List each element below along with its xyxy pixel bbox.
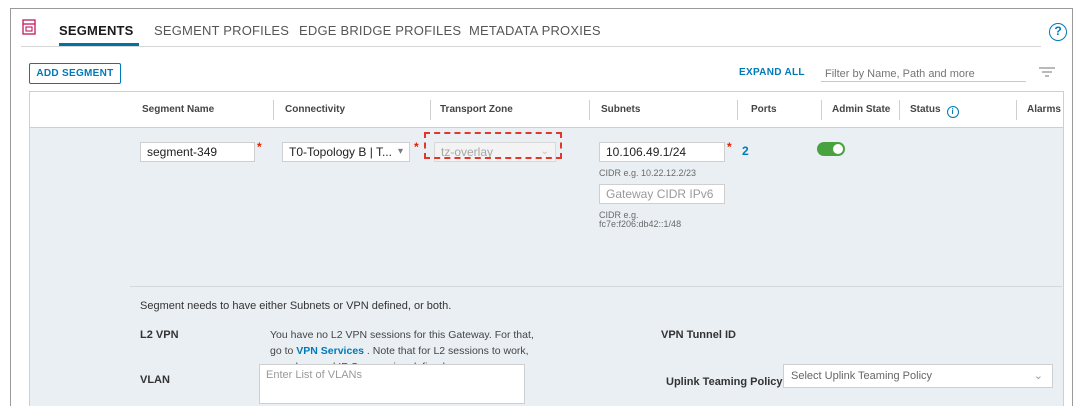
col-segment-name[interactable]: Segment Name — [142, 104, 214, 115]
tab-edge-bridge-profiles[interactable]: EDGE BRIDGE PROFILES — [299, 23, 461, 38]
connectivity-select[interactable]: T0-Topology B | T... ▾ — [282, 142, 410, 162]
l2vpn-line2-suffix: . Note that for L2 sessions to work, — [364, 345, 529, 357]
uplink-teaming-value: Select Uplink Teaming Policy — [791, 370, 933, 382]
vlan-label: VLAN — [140, 374, 170, 386]
tab-segments[interactable]: SEGMENTS — [59, 23, 134, 38]
connectivity-value: T0-Topology B | T... — [289, 145, 392, 159]
col-status-label: Status — [910, 104, 941, 115]
toggle-knob — [833, 144, 843, 154]
segments-panel: SEGMENTS SEGMENT PROFILES EDGE BRIDGE PR… — [10, 8, 1073, 406]
tab-segment-profiles[interactable]: SEGMENT PROFILES — [154, 23, 289, 38]
col-ports[interactable]: Ports — [751, 104, 777, 115]
required-marker: * — [257, 140, 262, 154]
vpn-tunnel-id-label: VPN Tunnel ID — [661, 329, 736, 341]
subnet-vpn-notice: Segment needs to have either Subnets or … — [140, 300, 452, 312]
expand-all-link[interactable]: EXPAND ALL — [739, 67, 805, 78]
chevron-down-icon: ▾ — [397, 146, 403, 157]
col-admin-state[interactable]: Admin State — [832, 104, 890, 115]
info-icon[interactable]: i — [946, 106, 959, 118]
gateway-ipv6-input[interactable]: Gateway CIDR IPv6 — [599, 184, 725, 204]
ports-count-link[interactable]: 2 — [742, 144, 749, 158]
l2vpn-label: L2 VPN — [140, 329, 179, 341]
segment-name-input[interactable]: segment-349 — [140, 142, 255, 162]
highlight-box — [424, 132, 562, 159]
uplink-teaming-select[interactable]: Select Uplink Teaming Policy ⌄ — [783, 364, 1053, 388]
vpn-services-link[interactable]: VPN Services — [296, 345, 364, 357]
add-segment-button[interactable]: ADD SEGMENT — [29, 63, 121, 84]
tab-bar: SEGMENTS SEGMENT PROFILES EDGE BRIDGE PR… — [11, 9, 1072, 49]
l2vpn-line1: You have no L2 VPN sessions for this Gat… — [270, 329, 534, 341]
filter-icon[interactable] — [1039, 67, 1055, 77]
chevron-down-icon: ⌄ — [1033, 370, 1043, 382]
tab-metadata-proxies[interactable]: METADATA PROXIES — [469, 23, 601, 38]
l2vpn-line2: go to VPN Services . Note that for L2 se… — [270, 343, 534, 359]
segment-icon — [22, 19, 36, 35]
col-alarms[interactable]: Alarms — [1027, 104, 1061, 115]
required-marker: * — [414, 140, 419, 154]
section-divider — [130, 286, 1062, 287]
segments-grid: Segment Name Connectivity Transport Zone… — [29, 91, 1064, 406]
admin-state-toggle[interactable] — [817, 142, 845, 156]
filter-input[interactable] — [821, 66, 1026, 82]
ipv6-hint-line2: fc7e:f206:db42::1/48 — [599, 219, 682, 229]
grid-header: Segment Name Connectivity Transport Zone… — [30, 92, 1063, 128]
uplink-teaming-label: Uplink Teaming Policy — [666, 376, 783, 388]
col-status[interactable]: Status i — [910, 104, 959, 118]
subnet-hint: CIDR e.g. 10.22.12.2/23 — [599, 168, 697, 178]
required-marker: * — [727, 140, 732, 154]
col-connectivity[interactable]: Connectivity — [285, 104, 345, 115]
tab-divider — [21, 46, 1041, 47]
l2vpn-line2-prefix: go to — [270, 345, 297, 357]
vlan-input[interactable]: Enter List of VLANs — [259, 364, 525, 404]
col-transport-zone[interactable]: Transport Zone — [440, 104, 513, 115]
help-icon[interactable]: ? — [1049, 23, 1067, 41]
subnet-input[interactable]: 10.106.49.1/24 — [599, 142, 725, 162]
col-subnets[interactable]: Subnets — [601, 104, 640, 115]
